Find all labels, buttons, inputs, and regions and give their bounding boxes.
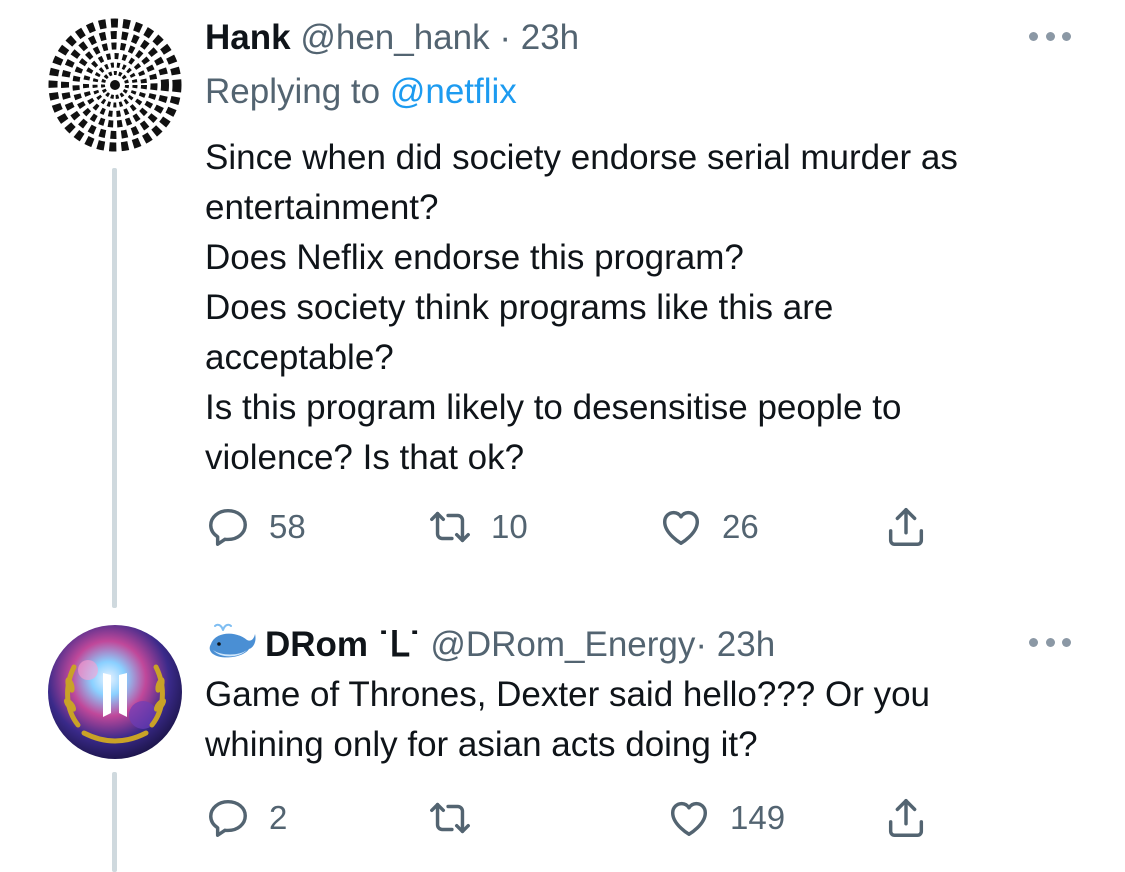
heart-icon	[662, 510, 700, 546]
more-options-button[interactable]	[1029, 635, 1071, 649]
tweet-line: Game of Thrones, Dexter said hello??? Or…	[205, 675, 931, 714]
retweet-button[interactable]: 10	[427, 502, 528, 552]
dot-icon	[1045, 31, 1055, 41]
whale-emoji-icon	[205, 622, 257, 671]
tweet-line: acceptable?	[205, 338, 394, 377]
tweet-text: Since when did society endorse serial mu…	[205, 133, 1085, 483]
retweet-icon	[430, 802, 470, 834]
reply-icon	[209, 508, 247, 546]
tweet-header: DRom ˙ᒪ˙ @DRom_Energy· 23h	[205, 622, 775, 671]
tweet-line: entertainment?	[205, 188, 439, 227]
replying-to: Replying to @netflix	[205, 72, 517, 112]
tweet-line: Since when did society endorse serial mu…	[205, 138, 958, 177]
replying-to-label: Replying to	[205, 72, 381, 111]
tweet-line: whining only for asian acts doing it?	[205, 725, 758, 764]
tweet-line: violence? Is that ok?	[205, 438, 525, 477]
reply-button[interactable]: 58	[205, 502, 306, 552]
like-count: 26	[722, 508, 759, 545]
handle[interactable]: @DRom_Energy	[430, 625, 695, 664]
tweet-header: Hank @hen_hank · 23h	[205, 18, 579, 58]
hypnotic-spiral-avatar-icon	[48, 18, 182, 152]
retweet-button[interactable]	[427, 793, 491, 843]
tweet-line: Does Neflix endorse this program?	[205, 238, 744, 277]
retweet-icon	[430, 511, 470, 543]
thread-line	[112, 772, 117, 872]
tweet-hank[interactable]: Hank @hen_hank · 23h Replying to @netfli…	[0, 0, 1125, 608]
separator: ·	[499, 18, 512, 57]
like-button[interactable]: 26	[658, 502, 759, 552]
dot-icon	[1062, 637, 1071, 647]
avatar[interactable]	[48, 18, 182, 152]
dot-icon	[1029, 637, 1038, 647]
dot-icon	[1029, 31, 1038, 41]
reply-count: 2	[269, 799, 288, 836]
galaxy-laurel-avatar-icon	[48, 625, 182, 759]
share-icon	[888, 508, 924, 546]
display-name[interactable]: Hank	[205, 18, 291, 57]
dot-icon	[1045, 637, 1055, 647]
thread-line	[112, 168, 117, 608]
separator: ·	[695, 625, 708, 664]
share-button[interactable]	[883, 502, 929, 552]
dot-icon	[1062, 31, 1071, 41]
tweet-line: Is this program likely to desensitise pe…	[205, 388, 902, 427]
like-count: 149	[730, 799, 786, 836]
handle[interactable]: @hen_hank	[300, 18, 489, 57]
more-options-button[interactable]	[1029, 29, 1071, 43]
tweet-line: Does society think programs like this ar…	[205, 288, 834, 327]
heart-icon	[670, 801, 708, 837]
share-button[interactable]	[883, 793, 929, 843]
retweet-count: 10	[491, 508, 528, 545]
display-name[interactable]: DRom ˙ᒪ˙	[265, 625, 421, 664]
timestamp[interactable]: 23h	[717, 625, 775, 664]
replying-to-link[interactable]: @netflix	[390, 72, 517, 111]
avatar[interactable]	[48, 625, 182, 759]
share-icon	[888, 799, 924, 837]
timestamp[interactable]: 23h	[521, 18, 579, 57]
like-button[interactable]: 149	[666, 793, 785, 843]
reply-icon	[209, 799, 247, 837]
tweet-drom[interactable]: DRom ˙ᒪ˙ @DRom_Energy· 23h Game of Thron…	[0, 600, 1125, 872]
reply-count: 58	[269, 508, 306, 545]
tweet-text: Game of Thrones, Dexter said hello??? Or…	[205, 670, 1085, 770]
reply-button[interactable]: 2	[205, 793, 287, 843]
